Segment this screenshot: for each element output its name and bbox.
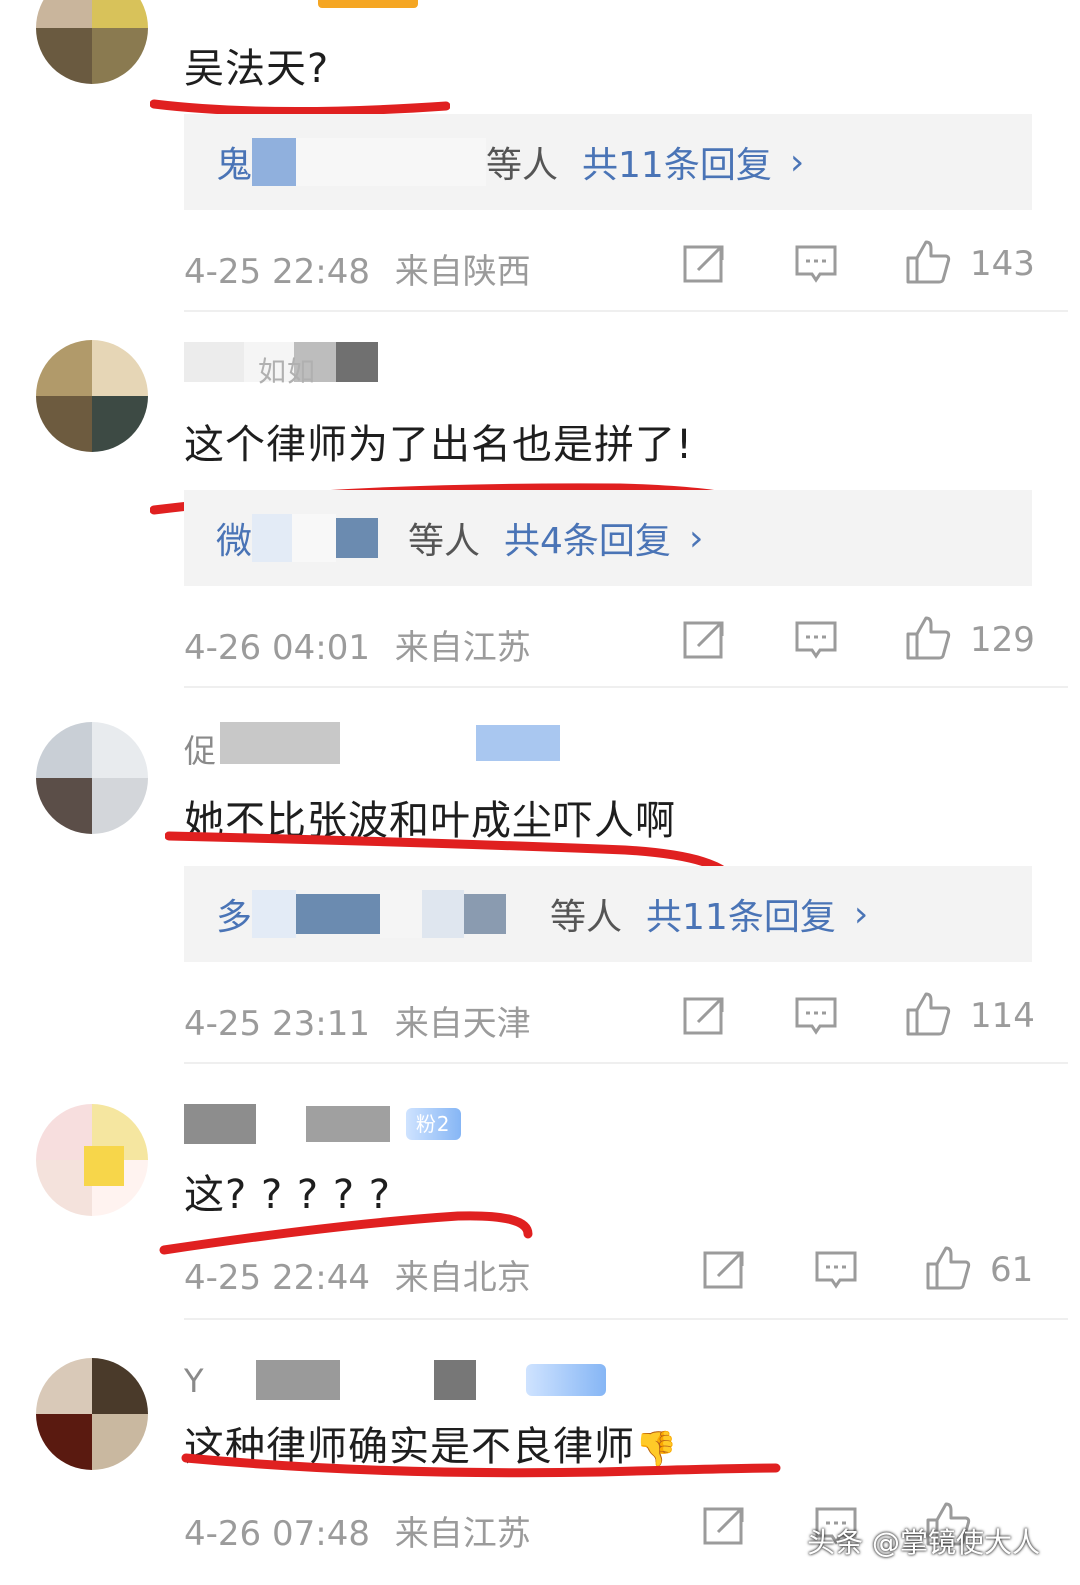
divider <box>184 1318 1068 1320</box>
comment-icon[interactable] <box>814 1248 858 1292</box>
reply-preview-box[interactable]: 鬼 等人 共11条回复 › <box>184 114 1032 210</box>
reply-suffix: 等人 <box>486 145 559 186</box>
username-fragment: Y <box>184 1362 205 1400</box>
username-fragment: 如如 <box>258 355 317 388</box>
avatar[interactable] <box>36 722 148 834</box>
thumbs-down-emoji: 👎 <box>635 1429 679 1469</box>
timestamp: 4-25 23:11 <box>184 1004 370 1044</box>
timestamp: 4-26 07:48 <box>184 1514 370 1554</box>
reply-user[interactable]: 鬼 <box>216 136 252 188</box>
username[interactable]: 粉2 <box>184 1104 461 1144</box>
timestamp: 4-25 22:48 <box>184 252 370 292</box>
location: 来自陕西 <box>394 252 531 292</box>
reply-suffix: 等人 <box>408 521 481 562</box>
comment-icon[interactable] <box>794 242 838 286</box>
reply-count-link[interactable]: 共11条回复 <box>646 888 836 940</box>
like-count: 61 <box>990 1250 1034 1290</box>
blurred-name <box>422 890 465 938</box>
timestamp: 4-26 04:01 <box>184 628 370 668</box>
comment-text: 她不比张波和叶成尘吓人啊 <box>184 798 676 844</box>
blurred-name <box>336 518 379 558</box>
comment-icon[interactable] <box>794 618 838 662</box>
share-icon[interactable] <box>702 1504 746 1548</box>
thumbs-up-icon[interactable] <box>904 990 952 1038</box>
avatar[interactable] <box>36 0 148 84</box>
username-fragment: 促 <box>184 732 218 770</box>
username[interactable]: 如如 <box>184 342 378 388</box>
location: 来自北京 <box>394 1258 531 1298</box>
reply-preview-box[interactable]: 多 等人 共11条回复 › <box>184 866 1032 962</box>
comment-text-body: 这种律师确实是不良律师 <box>184 1424 635 1470</box>
comment-meta: 4-26 04:01 来自江苏 <box>184 620 531 669</box>
comment-text: 这? ? ? ? ? <box>184 1172 392 1218</box>
blurred-name <box>296 894 381 934</box>
divider <box>184 1062 1068 1064</box>
thumbs-up-icon[interactable] <box>904 614 952 662</box>
comment-text: 吴法天? <box>184 46 330 92</box>
chevron-right-icon: › <box>789 141 805 183</box>
blurred-name <box>252 890 297 938</box>
comment-meta: 4-25 23:11 来自天津 <box>184 996 531 1045</box>
blurred-name <box>464 894 507 934</box>
reply-count-link[interactable]: 共11条回复 <box>582 136 772 188</box>
reply-user[interactable]: 微 <box>216 512 252 564</box>
share-icon[interactable] <box>682 618 726 662</box>
watermark: 头条 @掌镜使大人 <box>807 1526 1040 1559</box>
share-icon[interactable] <box>682 242 726 286</box>
reply-preview-box[interactable]: 微 等人 共4条回复 › <box>184 490 1032 586</box>
blurred-name <box>252 138 297 186</box>
share-icon[interactable] <box>702 1248 746 1292</box>
share-icon[interactable] <box>682 994 726 1038</box>
fan-badge: 粉2 <box>405 1108 461 1140</box>
reply-suffix: 等人 <box>550 897 623 938</box>
comment-text: 这种律师确实是不良律师👎 <box>184 1414 678 1472</box>
avatar[interactable] <box>36 1104 148 1216</box>
divider <box>184 310 1068 312</box>
chevron-right-icon: › <box>688 517 704 559</box>
location: 来自江苏 <box>394 1514 531 1554</box>
comment-meta: 4-25 22:44 来自北京 <box>184 1250 531 1299</box>
reply-user[interactable]: 多 <box>216 888 252 940</box>
comment-meta: 4-25 22:48 来自陕西 <box>184 244 531 293</box>
username[interactable]: Y <box>184 1360 606 1400</box>
blurred-name <box>296 138 487 186</box>
divider <box>184 686 1068 688</box>
top-tab-indicator <box>318 0 418 8</box>
like-count: 129 <box>970 620 1035 660</box>
thumbs-up-icon[interactable] <box>924 1244 972 1292</box>
reply-count-link[interactable]: 共4条回复 <box>504 512 671 564</box>
avatar[interactable] <box>36 340 148 452</box>
chevron-right-icon: › <box>853 893 869 935</box>
like-count: 143 <box>970 244 1035 284</box>
location: 来自江苏 <box>394 628 531 668</box>
blurred-name <box>292 514 337 562</box>
location: 来自天津 <box>394 1004 531 1044</box>
fan-badge <box>525 1364 606 1396</box>
like-count: 114 <box>970 996 1035 1036</box>
thumbs-up-icon[interactable] <box>904 238 952 286</box>
avatar[interactable] <box>36 1358 148 1470</box>
comment-text: 这个律师为了出名也是拼了! <box>184 422 694 468</box>
blurred-name <box>252 514 293 562</box>
timestamp: 4-25 22:44 <box>184 1258 370 1298</box>
username[interactable]: 促 <box>184 722 560 770</box>
comment-meta: 4-26 07:48 来自江苏 <box>184 1506 531 1555</box>
comment-icon[interactable] <box>794 994 838 1038</box>
